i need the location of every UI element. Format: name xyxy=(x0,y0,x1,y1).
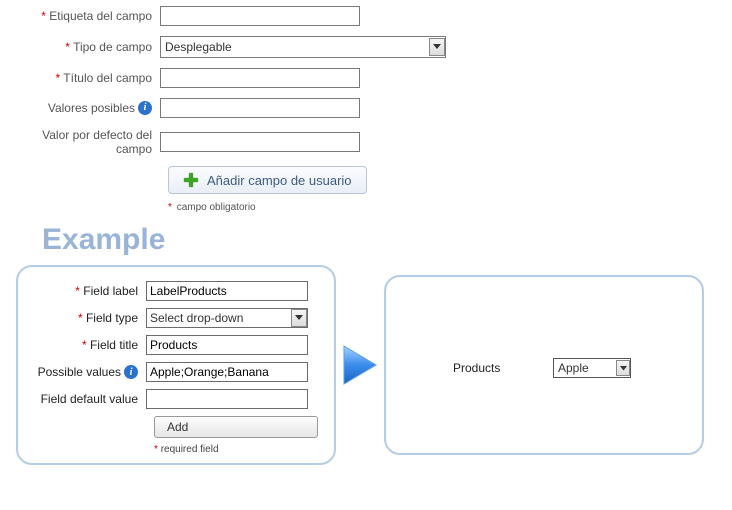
tipo-select[interactable]: Desplegable xyxy=(160,36,446,58)
required-asterisk: * xyxy=(65,40,70,54)
result-select-value: Apple xyxy=(558,361,589,375)
ex-label-field-type: * Field type xyxy=(30,311,146,325)
ex-field-title-input[interactable] xyxy=(146,335,308,355)
ex-label-default: Field default value xyxy=(30,392,146,406)
example-panels: * Field label * Field type Select drop-d… xyxy=(0,265,732,479)
label-text: Título del campo xyxy=(63,71,152,85)
required-asterisk: * xyxy=(41,9,46,23)
ex-row-default: Field default value xyxy=(30,389,318,409)
add-button-label: Añadir campo de usuario xyxy=(207,173,352,188)
row-default: Valor por defecto del campo xyxy=(20,128,732,156)
ex-possible-values-input[interactable] xyxy=(146,362,308,382)
row-tipo: * Tipo de campo Desplegable xyxy=(20,36,732,58)
label-default: Valor por defecto del campo xyxy=(20,128,160,156)
ex-row-field-title: * Field title xyxy=(30,335,318,355)
ex-row-field-label: * Field label xyxy=(30,281,318,301)
ex-row-field-type: * Field type Select drop-down xyxy=(30,308,318,328)
label-text: Valor por defecto del campo xyxy=(42,128,152,156)
arrow-right-icon xyxy=(336,342,384,388)
add-user-field-button[interactable]: Añadir campo de usuario xyxy=(168,166,367,194)
row-etiqueta: * Etiqueta del campo xyxy=(20,6,732,26)
valores-input[interactable] xyxy=(160,98,360,118)
ex-row-possible-values: Possible values i xyxy=(30,362,318,382)
required-note: * campo obligatorio xyxy=(168,202,732,213)
required-asterisk: * xyxy=(78,311,83,325)
label-text: Field label xyxy=(83,284,138,298)
ex-field-label-input[interactable] xyxy=(146,281,308,301)
label-text: Etiqueta del campo xyxy=(49,9,152,23)
label-titulo: * Título del campo xyxy=(20,71,160,85)
chevron-down-icon xyxy=(429,38,445,56)
label-text: Field title xyxy=(90,338,138,352)
etiqueta-input[interactable] xyxy=(160,6,360,26)
ex-default-input[interactable] xyxy=(146,389,308,409)
label-text: Field default value xyxy=(41,392,138,406)
result-select[interactable]: Apple xyxy=(553,358,631,378)
required-asterisk: * xyxy=(154,444,158,455)
ex-add-button[interactable]: Add xyxy=(154,416,318,438)
ex-label-possible-values: Possible values i xyxy=(30,365,146,379)
row-valores: Valores posibles i xyxy=(20,98,732,118)
ex-field-type-value: Select drop-down xyxy=(150,311,243,325)
row-titulo: * Título del campo xyxy=(20,68,732,88)
example-heading: Example xyxy=(42,223,732,257)
required-asterisk: * xyxy=(55,71,60,85)
required-asterisk: * xyxy=(75,284,80,298)
ex-required-note-text: required field xyxy=(161,444,219,455)
required-note-text: campo obligatorio xyxy=(177,202,256,213)
info-icon[interactable]: i xyxy=(138,101,152,115)
chevron-down-icon xyxy=(291,309,307,327)
plus-icon xyxy=(183,172,199,188)
label-text: Valores posibles xyxy=(48,101,135,115)
label-valores: Valores posibles i xyxy=(20,101,160,115)
result-row: Products Apple xyxy=(453,358,631,378)
default-input[interactable] xyxy=(160,132,360,152)
result-label: Products xyxy=(453,361,543,375)
example-form-panel: * Field label * Field type Select drop-d… xyxy=(16,265,336,465)
user-field-form: * Etiqueta del campo * Tipo de campo Des… xyxy=(0,0,732,213)
ex-required-note: * required field xyxy=(154,444,318,455)
tipo-select-value: Desplegable xyxy=(165,40,232,54)
ex-add-button-label: Add xyxy=(167,420,188,434)
ex-label-field-label: * Field label xyxy=(30,284,146,298)
example-result-panel: Products Apple xyxy=(384,275,704,455)
label-etiqueta: * Etiqueta del campo xyxy=(20,9,160,23)
label-text: Tipo de campo xyxy=(73,40,152,54)
label-tipo: * Tipo de campo xyxy=(20,40,160,54)
ex-field-type-select[interactable]: Select drop-down xyxy=(146,308,308,328)
required-asterisk: * xyxy=(82,338,87,352)
label-text: Possible values xyxy=(38,365,121,379)
info-icon[interactable]: i xyxy=(124,365,138,379)
titulo-input[interactable] xyxy=(160,68,360,88)
ex-label-field-title: * Field title xyxy=(30,338,146,352)
label-text: Field type xyxy=(86,311,138,325)
chevron-down-icon xyxy=(616,360,630,376)
required-asterisk: * xyxy=(168,202,172,213)
